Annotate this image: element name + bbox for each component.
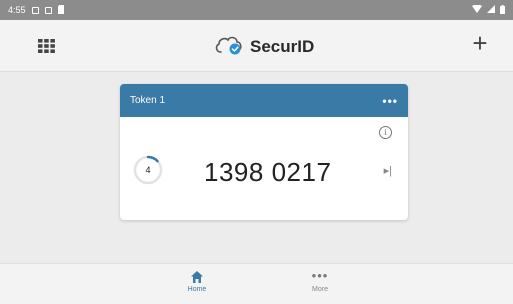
app-logo: SecurID [214,33,314,60]
status-left: 4:55 [8,4,65,16]
signal-icon [487,5,495,15]
more-icon: ••• [311,268,329,283]
app-title: SecurID [250,36,315,56]
token-card[interactable]: Token 1 ••• i 4 1398 0217 ▸| [120,84,408,220]
token-name: Token 1 [130,95,166,106]
grid-icon[interactable] [38,39,55,53]
cloud-check-icon [214,33,244,60]
nav-home-label: Home [187,286,207,293]
nav-more[interactable]: ••• More [290,268,350,293]
plus-icon[interactable]: + [468,30,492,56]
sd-card-icon [57,4,65,16]
timer-seconds: 4 [145,165,151,175]
next-code-icon[interactable]: ▸| [384,164,392,177]
status-right [472,4,505,16]
home-icon [167,270,227,284]
wifi-icon [472,4,482,15]
nav-more-label: More [312,286,328,293]
info-icon[interactable]: i [379,126,392,139]
nav-home[interactable]: Home [167,270,227,293]
bottom-nav: Home ••• More [0,263,513,304]
token-code: 1398 0217 [204,157,332,187]
notification-icon [44,6,52,14]
notification-icon [31,6,39,14]
status-bar: 4:55 [0,0,513,20]
app-bar: SecurID + [0,20,513,72]
status-time: 4:55 [8,5,26,15]
battery-icon [500,4,505,16]
token-menu-button[interactable]: ••• [382,94,398,108]
countdown-timer: 4 [132,154,164,186]
token-header: Token 1 ••• [120,84,408,117]
